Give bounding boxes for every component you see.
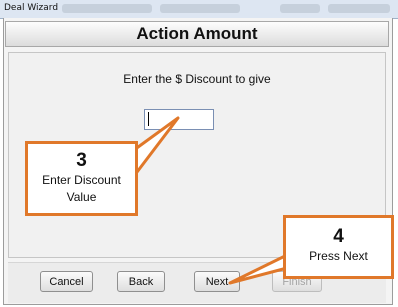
blurred-background-text	[62, 4, 152, 13]
cancel-button[interactable]: Cancel	[40, 271, 93, 292]
callout-step-3: 3 Enter Discount Value	[25, 141, 138, 216]
callout-3-text-line1: Enter Discount	[42, 173, 121, 187]
callout-3-number: 3	[76, 150, 87, 171]
wizard-header: Action Amount	[5, 21, 389, 47]
back-button[interactable]: Back	[117, 271, 165, 292]
blurred-background-text	[280, 4, 320, 13]
callout-4-text: Press Next	[309, 249, 368, 263]
discount-prompt-label: Enter the $ Discount to give	[123, 72, 271, 86]
blurred-background-text	[328, 4, 390, 13]
next-button[interactable]: Next	[194, 271, 240, 292]
discount-amount-input[interactable]	[144, 109, 214, 130]
callout-4-number: 4	[333, 226, 344, 247]
window-titlebar: Deal Wizard	[0, 0, 398, 19]
text-cursor	[148, 112, 149, 126]
blurred-background-text	[160, 4, 240, 13]
callout-3-text-line2: Value	[66, 190, 97, 204]
callout-step-4: 4 Press Next	[283, 215, 394, 279]
window-title: Deal Wizard	[4, 3, 59, 13]
page-title: Action Amount	[136, 24, 258, 43]
